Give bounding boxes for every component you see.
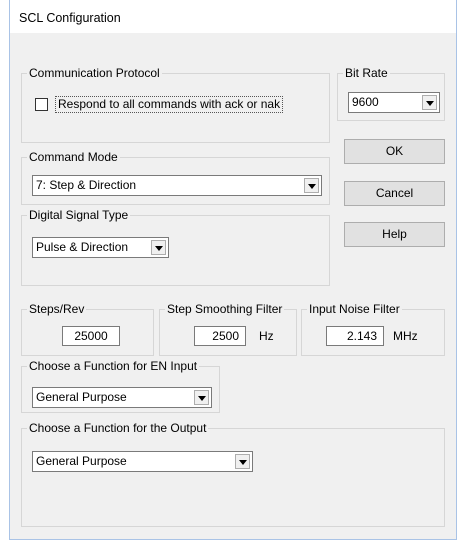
steps-rev-input[interactable]: 25000 [62,326,120,346]
command-mode-legend: Command Mode [27,150,120,165]
command-mode-group: Command Mode 7: Step & Direction [21,150,330,205]
chevron-down-icon[interactable] [151,240,166,255]
step-smoothing-filter-input[interactable]: 2500 [194,326,246,346]
communication-protocol-legend: Communication Protocol [27,66,162,81]
step-smoothing-filter-unit: Hz [259,329,274,343]
cancel-button[interactable]: Cancel [344,181,445,206]
command-mode-dropdown[interactable]: 7: Step & Direction [32,175,322,196]
command-mode-value: 7: Step & Direction [36,178,137,192]
output-function-group: Choose a Function for the Output General… [21,421,445,527]
communication-protocol-group: Communication Protocol Respond to all co… [21,66,330,143]
input-noise-filter-group: Input Noise Filter 2.143 MHz [301,302,445,356]
en-input-function-dropdown[interactable]: General Purpose [32,387,212,408]
digital-signal-type-value: Pulse & Direction [36,240,129,254]
output-function-legend: Choose a Function for the Output [27,421,209,436]
input-noise-filter-input[interactable]: 2.143 [326,326,384,346]
step-smoothing-filter-legend: Step Smoothing Filter [165,302,285,317]
digital-signal-type-legend: Digital Signal Type [27,208,131,223]
input-noise-filter-unit: MHz [393,329,418,343]
steps-rev-group: Steps/Rev 25000 [21,302,154,356]
output-function-dropdown[interactable]: General Purpose [32,451,253,472]
scl-configuration-dialog: SCL Configuration Communication Protocol… [9,0,457,540]
bit-rate-legend: Bit Rate [343,66,390,81]
en-input-function-legend: Choose a Function for EN Input [27,359,200,374]
en-input-function-value: General Purpose [36,390,127,404]
steps-rev-legend: Steps/Rev [27,302,87,317]
step-smoothing-filter-group: Step Smoothing Filter 2500 Hz [159,302,297,356]
digital-signal-type-group: Digital Signal Type Pulse & Direction [21,208,330,286]
help-button[interactable]: Help [344,222,445,247]
chevron-down-icon[interactable] [422,95,437,110]
en-input-function-group: Choose a Function for EN Input General P… [21,359,220,413]
input-noise-filter-legend: Input Noise Filter [307,302,402,317]
respond-ack-nak-checkbox[interactable] [35,98,48,111]
chevron-down-icon[interactable] [235,454,250,469]
digital-signal-type-dropdown[interactable]: Pulse & Direction [32,237,169,258]
bit-rate-dropdown[interactable]: 9600 [348,92,440,113]
chevron-down-icon[interactable] [194,390,209,405]
chevron-down-icon[interactable] [304,178,319,193]
bit-rate-value: 9600 [352,95,379,109]
window-title: SCL Configuration [19,11,121,25]
title-bar: SCL Configuration [10,0,456,33]
respond-ack-nak-label[interactable]: Respond to all commands with ack or nak [55,96,284,113]
output-function-value: General Purpose [36,454,127,468]
bit-rate-group: Bit Rate 9600 [337,66,445,121]
ok-button[interactable]: OK [344,139,445,164]
